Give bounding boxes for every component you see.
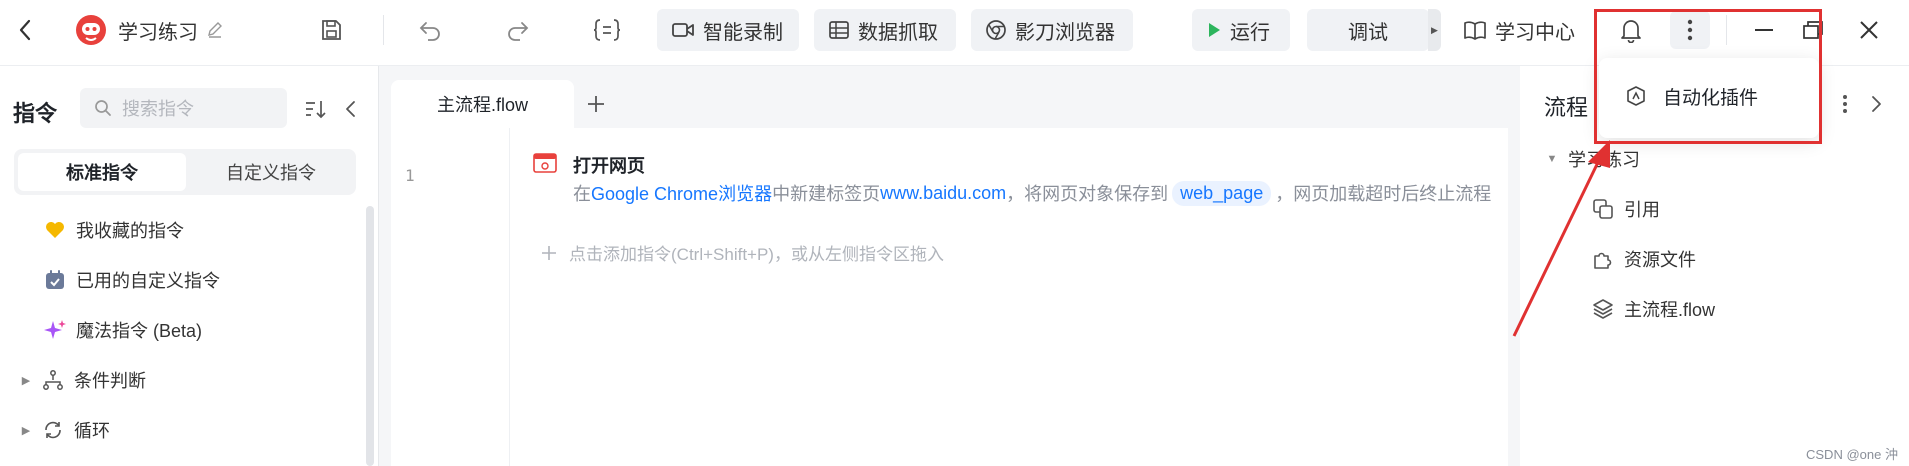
command-group-loop[interactable]: ▶ 循环 bbox=[20, 417, 110, 443]
caret-right-icon: ▶ bbox=[1431, 24, 1438, 35]
caret-right-icon[interactable]: ▶ bbox=[20, 374, 32, 387]
command-group-condition[interactable]: ▶ 条件判断 bbox=[20, 367, 146, 393]
step-desc-text: ，网页加载超时后终止流程 bbox=[1275, 184, 1492, 204]
annotation-arrow bbox=[1512, 140, 1610, 337]
plus-icon bbox=[541, 245, 557, 261]
watermark: CSDN @one 沖 bbox=[1806, 447, 1898, 462]
line-number: 1 bbox=[405, 166, 415, 185]
collapse-right-panel-icon[interactable] bbox=[1866, 92, 1888, 116]
project-name[interactable]: 学习练习 bbox=[118, 9, 224, 51]
variables-icon[interactable] bbox=[590, 14, 624, 46]
command-search-input[interactable]: 搜索指令 bbox=[80, 88, 287, 128]
play-icon bbox=[1206, 21, 1222, 39]
browser-window-icon bbox=[533, 152, 557, 174]
learn-center-button[interactable]: 学习中心 bbox=[1463, 9, 1575, 51]
book-icon bbox=[1463, 19, 1487, 41]
video-camera-icon bbox=[671, 20, 695, 40]
close-icon[interactable] bbox=[1852, 14, 1886, 46]
step-title: 打开网页 bbox=[573, 156, 645, 176]
debug-dropdown-button[interactable]: ▶ bbox=[1428, 9, 1441, 51]
sparkle-icon bbox=[44, 319, 66, 341]
command-group-label: 条件判断 bbox=[74, 371, 146, 391]
step-desc-text: 中新建标签页 bbox=[772, 184, 881, 204]
loop-icon bbox=[42, 419, 64, 441]
redo-icon[interactable] bbox=[502, 14, 534, 46]
data-capture-label: 数据抓取 bbox=[858, 21, 938, 44]
edit-pencil-icon[interactable] bbox=[206, 21, 224, 39]
step-variable-badge[interactable]: web_page bbox=[1172, 180, 1272, 206]
heart-icon bbox=[44, 220, 66, 240]
run-button[interactable]: 运行 bbox=[1192, 9, 1290, 51]
flow-more-icon[interactable] bbox=[1834, 92, 1856, 116]
add-command-hint[interactable]: 点击添加指令(Ctrl+Shift+P)，或从左侧指令区拖入 bbox=[541, 240, 944, 265]
smart-record-label: 智能录制 bbox=[703, 21, 783, 44]
caret-right-icon[interactable]: ▶ bbox=[20, 424, 32, 437]
command-item-label: 已用的自定义指令 bbox=[76, 271, 220, 291]
add-tab-icon[interactable] bbox=[580, 88, 612, 120]
flow-tree-item-label: 主流程.flow bbox=[1624, 300, 1716, 320]
table-icon bbox=[828, 19, 850, 41]
panel-gutter bbox=[379, 66, 391, 466]
smart-record-button[interactable]: 智能录制 bbox=[657, 9, 799, 51]
command-group-label: 循环 bbox=[74, 421, 110, 441]
debug-label: 调试 bbox=[1348, 21, 1388, 44]
add-command-hint-text: 点击添加指令(Ctrl+Shift+P)，或从左侧指令区拖入 bbox=[569, 245, 944, 264]
command-item-magic[interactable]: 魔法指令 (Beta) bbox=[44, 317, 202, 343]
tab-custom-commands[interactable]: 自定义指令 bbox=[190, 153, 352, 191]
robot-logo-icon bbox=[74, 13, 108, 47]
command-item-label: 我收藏的指令 bbox=[76, 221, 184, 241]
command-item-used-custom[interactable]: 已用的自定义指令 bbox=[44, 267, 220, 293]
data-capture-button[interactable]: 数据抓取 bbox=[814, 9, 956, 51]
sort-icon[interactable] bbox=[302, 96, 328, 122]
command-tabs: 标准指令 自定义指令 bbox=[14, 149, 356, 195]
step-desc-text: 在 bbox=[573, 184, 591, 204]
search-placeholder: 搜索指令 bbox=[122, 99, 194, 119]
annotation-highlight-box bbox=[1594, 9, 1822, 144]
learn-center-label: 学习中心 bbox=[1495, 21, 1575, 44]
back-icon[interactable] bbox=[10, 14, 40, 46]
command-item-favorites[interactable]: 我收藏的指令 bbox=[44, 217, 184, 243]
collapse-panel-icon[interactable] bbox=[338, 96, 362, 122]
debug-button[interactable]: 调试 bbox=[1307, 9, 1429, 51]
commands-panel-title: 指令 bbox=[13, 101, 58, 126]
step-description: 在 Google Chrome浏览器 中新建标签页 www.baidu.com … bbox=[573, 180, 1491, 206]
tab-standard-commands[interactable]: 标准指令 bbox=[18, 153, 186, 191]
toolbar-divider bbox=[383, 15, 384, 45]
undo-icon[interactable] bbox=[414, 14, 446, 46]
flow-tree-item-label: 资源文件 bbox=[1624, 250, 1696, 270]
commands-panel: 指令 搜索指令 标准指令 自定义指令 我收藏的指令 已用的自定义指令 魔法指令 … bbox=[0, 66, 378, 466]
chrome-icon bbox=[985, 19, 1007, 41]
step-desc-text: ，将网页对象保存到 bbox=[1006, 184, 1169, 204]
branch-icon bbox=[42, 369, 64, 391]
save-icon[interactable] bbox=[315, 14, 347, 46]
browser-label: 影刀浏览器 bbox=[1015, 21, 1115, 44]
flow-panel-title: 流程 bbox=[1544, 95, 1589, 120]
flow-canvas[interactable]: 1 打开网页 在 Google Chrome浏览器 中新建标签页 www.bai… bbox=[391, 128, 1508, 466]
flow-tree-item-label: 引用 bbox=[1624, 200, 1660, 220]
calendar-check-icon bbox=[44, 269, 66, 291]
tab-main-flow[interactable]: 主流程.flow bbox=[391, 80, 574, 128]
step-browser-link[interactable]: Google Chrome浏览器 bbox=[591, 180, 772, 206]
browser-button[interactable]: 影刀浏览器 bbox=[971, 9, 1133, 51]
search-icon bbox=[94, 99, 112, 117]
commands-scrollbar[interactable] bbox=[366, 206, 374, 466]
project-name-text: 学习练习 bbox=[118, 21, 198, 44]
run-label: 运行 bbox=[1230, 21, 1270, 44]
command-item-label: 魔法指令 (Beta) bbox=[76, 321, 203, 341]
step-open-webpage[interactable]: 打开网页 在 Google Chrome浏览器 中新建标签页 www.baidu… bbox=[533, 150, 1493, 210]
step-url-link[interactable]: www.baidu.com bbox=[880, 183, 1006, 204]
